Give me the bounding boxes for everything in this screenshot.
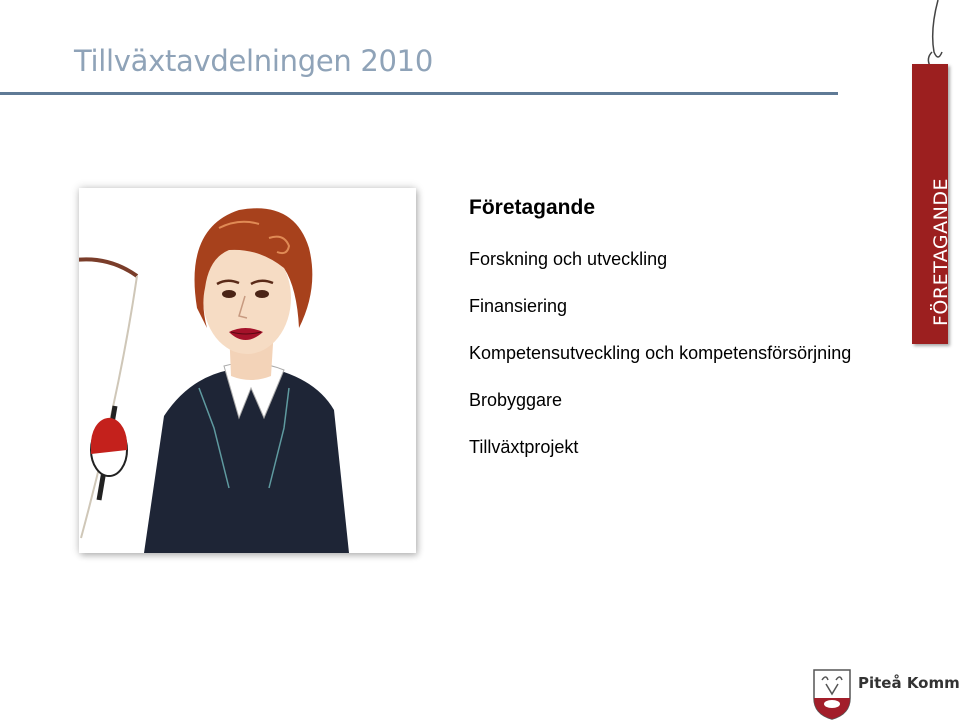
title-divider xyxy=(0,92,838,95)
category-tag-label: FÖRETAGANDE xyxy=(930,178,952,326)
list-item: Forskning och utveckling xyxy=(469,249,668,269)
municipality-name: Piteå Kommun xyxy=(858,674,960,692)
coat-of-arms-icon xyxy=(813,669,851,720)
list-item: Kompetensutveckling och kompetensförsörj… xyxy=(469,343,852,363)
topic-list: Forskning och utveckling Finansiering Ko… xyxy=(469,248,851,458)
list-item: Brobyggare xyxy=(469,390,563,410)
list-item: Finansiering xyxy=(469,296,568,316)
topic-list-section: Företagande Forskning och utveckling Fin… xyxy=(469,196,851,458)
municipality-logo: Piteå Kommun xyxy=(812,668,960,723)
businesswoman-illustration xyxy=(79,188,416,553)
section-heading: Företagande xyxy=(469,196,596,219)
list-item: Tillväxtprojekt xyxy=(469,437,579,457)
slide-title: Tillväxtavdelningen 2010 xyxy=(74,44,433,78)
